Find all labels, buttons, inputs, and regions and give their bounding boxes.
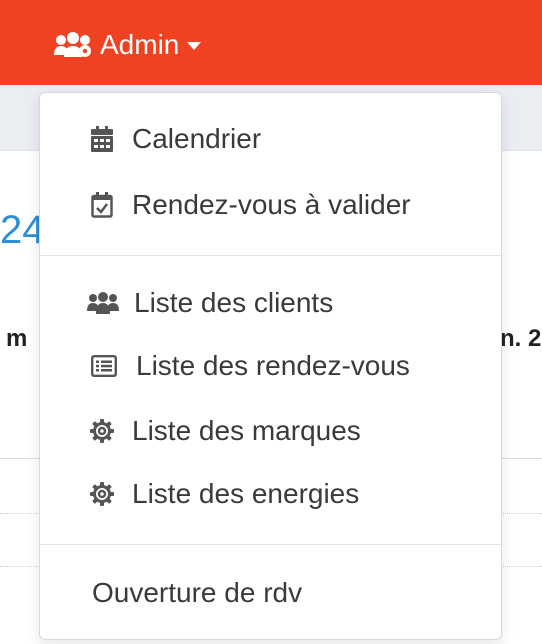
menu-item-liste-des-marques[interactable]: Liste des marques bbox=[40, 403, 501, 459]
menu-item-label: Liste des rendez-vous bbox=[136, 350, 410, 381]
admin-label: Admin bbox=[100, 29, 180, 60]
menu-item-rendez-vous-a-valider[interactable]: Rendez-vous à valider bbox=[40, 177, 501, 233]
gear-icon bbox=[86, 415, 118, 447]
admin-dropdown-menu: Calendrier Rendez-vous à valider Liste d… bbox=[39, 92, 502, 640]
list-icon bbox=[86, 350, 122, 382]
background-number-fragment: 24 bbox=[0, 208, 45, 252]
background-column-header-left: m bbox=[6, 325, 28, 352]
menu-item-calendrier[interactable]: Calendrier bbox=[40, 111, 501, 167]
background-column-header-right: n. 2 bbox=[500, 325, 542, 352]
menu-item-label: Liste des energies bbox=[132, 478, 360, 509]
menu-item-liste-des-energies[interactable]: Liste des energies bbox=[40, 466, 501, 522]
menu-item-label: Calendrier bbox=[132, 123, 262, 154]
calendar-check-icon bbox=[86, 189, 118, 221]
menu-item-label: Ouverture de rdv bbox=[92, 577, 303, 608]
users-cog-icon bbox=[52, 31, 94, 59]
menu-divider bbox=[40, 255, 501, 256]
gear-icon bbox=[86, 478, 118, 510]
top-navbar: Admin bbox=[0, 0, 542, 85]
menu-item-ouverture-de-rdv[interactable]: Ouverture de rdv bbox=[40, 565, 501, 621]
caret-down-icon bbox=[187, 42, 202, 50]
users-icon bbox=[86, 287, 120, 319]
menu-divider bbox=[40, 544, 501, 545]
calendar-icon bbox=[86, 123, 118, 155]
menu-item-liste-des-clients[interactable]: Liste des clients bbox=[40, 275, 501, 331]
menu-item-liste-des-rendez-vous[interactable]: Liste des rendez-vous bbox=[40, 338, 501, 394]
menu-item-label: Liste des marques bbox=[132, 415, 361, 446]
menu-item-label: Liste des clients bbox=[134, 287, 334, 318]
menu-item-label: Rendez-vous à valider bbox=[132, 189, 411, 220]
admin-dropdown-toggle[interactable]: Admin bbox=[52, 27, 202, 63]
